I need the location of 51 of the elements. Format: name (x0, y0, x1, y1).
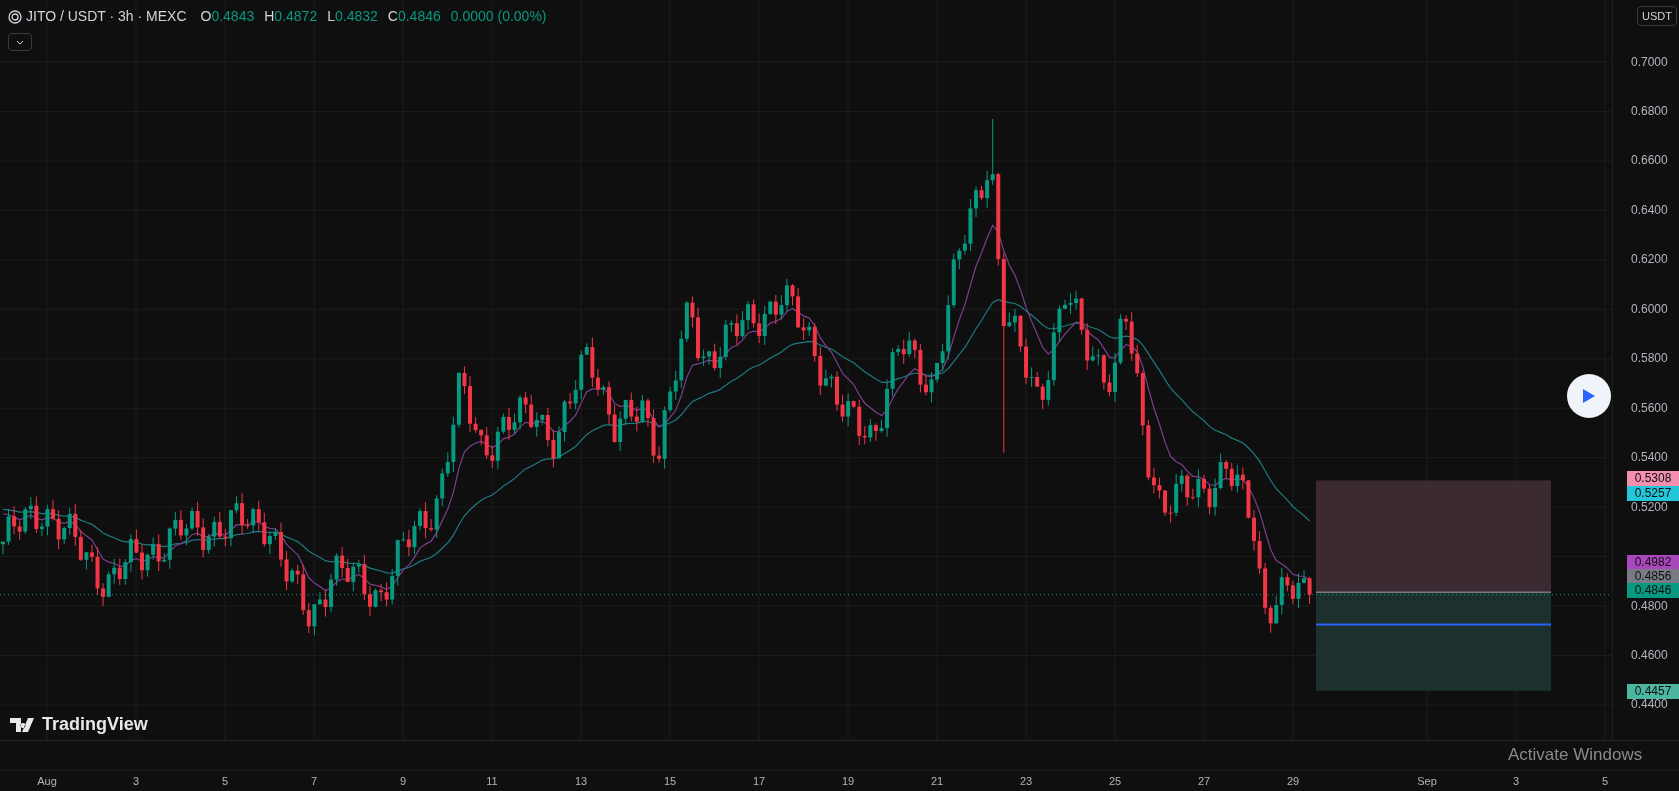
activation-notice: Activate Windows (1508, 745, 1643, 765)
price-tick: 0.6600 (1631, 154, 1668, 168)
price-tick: 0.4800 (1631, 599, 1668, 613)
price-tick: 0.6400 (1631, 203, 1668, 217)
time-tick: 15 (663, 775, 677, 787)
ohlc-label: L (327, 7, 335, 26)
ohlc-value: 0.4843 (211, 7, 255, 26)
ohlc-label: H (264, 7, 275, 26)
price-label: 0.4982 (1627, 554, 1679, 570)
time-tick: 23 (1019, 775, 1033, 787)
time-tick: Sep (1417, 775, 1437, 787)
time-tick: 19 (841, 775, 855, 787)
price-tick: 0.5400 (1631, 451, 1668, 465)
time-tick: Aug (37, 775, 57, 787)
ohlc-label: O (200, 7, 212, 26)
coin-icon (8, 9, 22, 24)
symbol-title: JITO / USDT · 3h · MEXC (26, 7, 187, 26)
time-tick: 17 (752, 775, 766, 787)
time-tick: 7 (310, 775, 318, 787)
time-tick: 21 (930, 775, 944, 787)
time-tick: 29 (1286, 775, 1300, 787)
time-tick: 3 (132, 775, 140, 787)
play-icon (1582, 388, 1596, 404)
time-tick: 25 (1108, 775, 1122, 787)
chevron-down-icon (16, 39, 24, 45)
ohlc-label: C (387, 7, 398, 26)
currency-button[interactable]: USDT (1637, 6, 1677, 26)
time-tick: 9 (399, 775, 407, 787)
price-tick: 0.5200 (1631, 500, 1668, 514)
ohlc-value: 0.4872 (274, 7, 318, 26)
price-tick: 0.4400 (1631, 698, 1668, 712)
price-tick: 0.6800 (1631, 104, 1668, 118)
time-tick: 11 (486, 775, 498, 787)
price-tick: 0.5600 (1631, 401, 1668, 415)
price-tick: 0.5800 (1631, 352, 1668, 366)
price-change: 0.0000 (0.00%) (450, 7, 547, 26)
ohlc-value: 0.4832 (335, 7, 378, 26)
time-tick: 13 (574, 775, 588, 787)
price-tick: 0.7000 (1631, 55, 1668, 69)
price-tick: 0.6200 (1631, 253, 1668, 267)
price-label: 0.5308 (1627, 470, 1679, 486)
time-tick: 3 (1512, 775, 1520, 787)
time-tick: 5 (1601, 775, 1609, 787)
time-tick: 5 (221, 775, 229, 787)
logo-text: TradingView (42, 713, 148, 736)
price-tick: 0.6000 (1631, 302, 1668, 316)
price-tick: 0.4600 (1631, 649, 1668, 662)
time-tick: 27 (1197, 775, 1211, 787)
play-button[interactable] (1567, 374, 1611, 418)
ohlc-value: 0.4846 (397, 7, 441, 26)
price-label: 0.4457 (1627, 683, 1679, 699)
